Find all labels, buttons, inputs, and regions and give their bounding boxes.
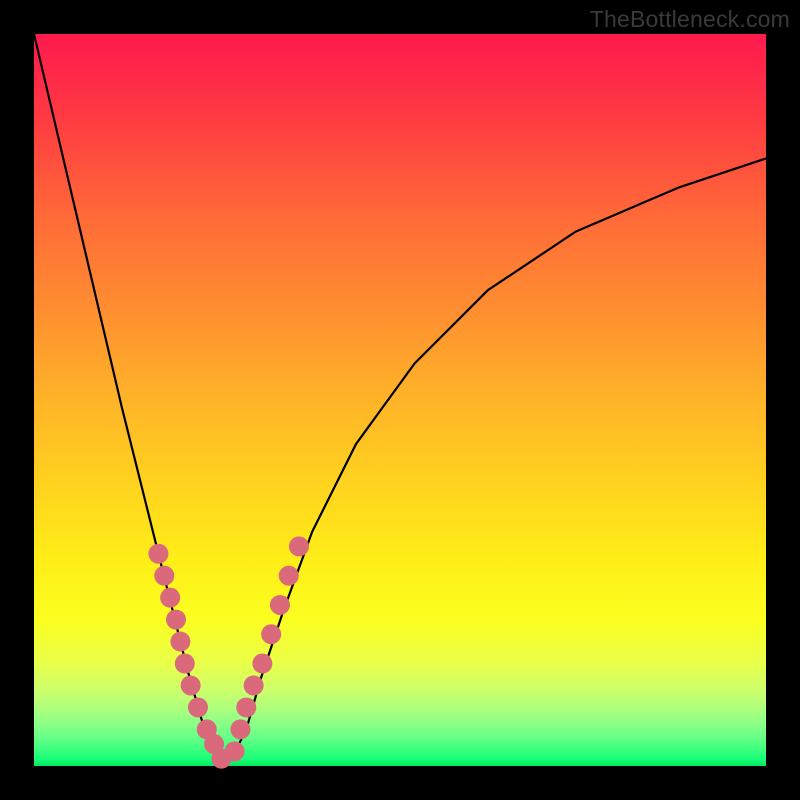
data-marker xyxy=(175,654,195,674)
chart-svg xyxy=(34,34,766,766)
data-marker xyxy=(270,595,290,615)
data-marker xyxy=(170,632,190,652)
data-marker xyxy=(225,741,245,761)
data-marker xyxy=(166,610,186,630)
v-curve xyxy=(34,34,766,766)
plot-area xyxy=(34,34,766,766)
data-marker xyxy=(188,697,208,717)
watermark-text: TheBottleneck.com xyxy=(590,6,790,33)
data-marker xyxy=(252,654,272,674)
data-marker xyxy=(160,588,180,608)
data-marker xyxy=(154,566,174,586)
data-marker xyxy=(230,719,250,739)
data-marker xyxy=(236,697,256,717)
data-marker xyxy=(181,675,201,695)
markers-right-cluster xyxy=(225,536,309,761)
data-marker xyxy=(261,624,281,644)
data-marker xyxy=(244,675,264,695)
data-marker xyxy=(279,566,299,586)
data-marker xyxy=(148,544,168,564)
chart-frame: TheBottleneck.com xyxy=(0,0,800,800)
markers-left-cluster xyxy=(148,544,231,769)
data-marker xyxy=(289,536,309,556)
